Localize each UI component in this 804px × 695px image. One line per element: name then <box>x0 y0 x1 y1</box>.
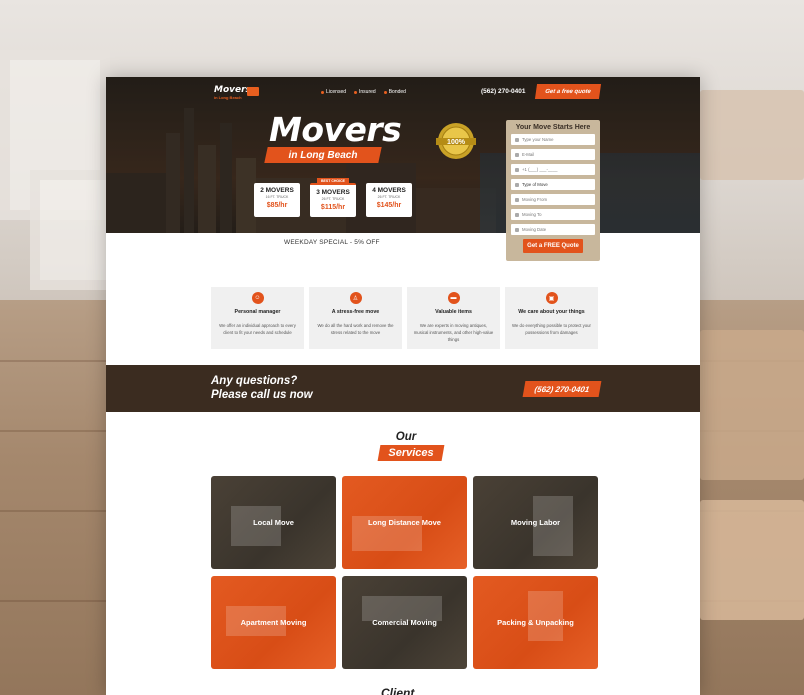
feature-card: ▬ Valuable items We are experts in movin… <box>407 287 500 349</box>
price-rate: $85/hr <box>266 202 288 209</box>
price-truck: 26 FT. TRUCK <box>377 195 401 199</box>
top-nav: Movers in Long Beach Licensed Insured Bo… <box>106 77 700 107</box>
hero-subtitle: in Long Beach <box>288 149 358 161</box>
price-card-2-movers[interactable]: 2 MOVERS 16 FT. TRUCK $85/hr <box>254 183 300 217</box>
person-icon: ♙ <box>349 292 362 304</box>
name-field[interactable]: Type your Name <box>511 134 595 145</box>
service-label: Comercial Moving <box>372 618 437 627</box>
quote-form: Your Move Starts Here Type your Name E-M… <box>506 120 600 261</box>
service-comercial-moving[interactable]: Comercial Moving <box>342 576 467 669</box>
feature-text: We do all the hard work and remove the s… <box>317 323 394 335</box>
get-free-quote-button[interactable]: Get a free quote <box>534 84 602 99</box>
service-label: Packing & Unpacking <box>497 618 574 627</box>
services-grid: Local Move Long Distance Move Moving Lab… <box>211 476 598 669</box>
email-field[interactable]: E-Mail <box>511 149 595 160</box>
call-us-band: Any questions? Please call us now (562) … <box>106 365 700 412</box>
service-packing-unpacking[interactable]: Packing & Unpacking <box>473 576 598 669</box>
box-icon: ▣ <box>545 292 558 304</box>
price-card-4-movers[interactable]: 4 MOVERS 26 FT. TRUCK $145/hr <box>366 183 412 217</box>
service-long-distance-move[interactable]: Long Distance Move <box>342 476 467 569</box>
services-heading-top: Our <box>395 431 417 443</box>
service-local-move[interactable]: Local Move <box>211 476 336 569</box>
tag-licensed: Licensed <box>321 89 346 95</box>
price-card-3-movers[interactable]: BEST CHOICE 3 MOVERS 26 FT. TRUCK $115/h… <box>310 178 356 217</box>
form-title: Your Move Starts Here <box>515 124 591 131</box>
logo-title: Movers <box>214 85 251 95</box>
services-heading-ribbon-text: Services <box>388 447 434 459</box>
user-icon <box>515 137 519 142</box>
feature-title: We care about your things <box>518 309 585 315</box>
hero-section: Movers in Long Beach Licensed Insured Bo… <box>106 77 700 233</box>
moving-to-field[interactable]: Moving To <box>511 209 595 220</box>
header-phone-link[interactable]: (562) 270-0401 <box>481 88 525 95</box>
feature-card: ♙ A stress-free move We do all the hard … <box>309 287 402 349</box>
service-label: Apartment Moving <box>240 618 307 627</box>
home-icon <box>515 182 519 187</box>
pin-icon <box>515 197 519 202</box>
trust-tags: Licensed Insured Bonded <box>321 89 406 95</box>
hero-title: Movers <box>269 110 402 149</box>
feature-title: Personal manager <box>234 309 281 315</box>
client-heading: Client <box>381 686 415 695</box>
move-type-select[interactable]: Type of Move <box>511 179 595 190</box>
feature-title: A stress-free move <box>331 309 380 315</box>
service-moving-labor[interactable]: Moving Labor <box>473 476 598 569</box>
price-cards: 2 MOVERS 16 FT. TRUCK $85/hr BEST CHOICE… <box>254 178 412 217</box>
features-row: ☺ Personal manager We offer an individua… <box>211 287 598 349</box>
get-free-quote-submit[interactable]: Get a FREE Quote <box>523 239 583 253</box>
call-us-text: Any questions? Please call us now <box>211 374 313 402</box>
truck-icon <box>247 87 259 96</box>
tag-bonded: Bonded <box>383 89 406 95</box>
call-line-1: Any questions? <box>211 375 298 387</box>
guarantee-badge-icon: 100% <box>436 123 476 159</box>
pin-icon <box>515 212 519 217</box>
service-label: Local Move <box>253 518 294 527</box>
feature-text: We are experts in moving antiques, music… <box>413 323 494 342</box>
call-line-2: Please call us now <box>211 389 313 401</box>
weekday-special-text: WEEKDAY SPECIAL - 5% OFF <box>284 239 380 246</box>
service-apartment-moving[interactable]: Apartment Moving <box>211 576 336 669</box>
price-movers: 3 MOVERS <box>316 189 350 196</box>
price-movers: 2 MOVERS <box>260 187 294 194</box>
price-rate: $115/hr <box>320 204 346 211</box>
sofa-icon: ▬ <box>447 292 460 304</box>
tag-insured: Insured <box>354 89 376 95</box>
moving-from-field[interactable]: Moving From <box>511 194 595 205</box>
phone-icon <box>515 167 519 172</box>
services-heading: Our Services <box>366 431 446 461</box>
feature-title: Valuable items <box>435 309 472 315</box>
phone-field[interactable]: +1 (___) ___-____ <box>511 164 595 175</box>
calendar-icon <box>515 227 519 232</box>
site-logo[interactable]: Movers in Long Beach <box>214 85 259 103</box>
mail-icon <box>515 152 519 157</box>
price-truck: 16 FT. TRUCK <box>265 195 289 199</box>
logo-subtitle: in Long Beach <box>214 95 242 100</box>
feature-card: ☺ Personal manager We offer an individua… <box>211 287 304 349</box>
service-label: Long Distance Move <box>368 518 441 527</box>
feature-text: We do everything possible to protect you… <box>512 323 591 335</box>
moving-date-field[interactable]: Moving Date <box>511 224 595 235</box>
feature-card: ▣ We care about your things We do everyt… <box>505 287 598 349</box>
price-movers: 4 MOVERS <box>372 187 406 194</box>
price-rate: $145/hr <box>376 202 402 209</box>
feature-text: We offer an individual approach to every… <box>219 323 296 335</box>
price-truck: 26 FT. TRUCK <box>321 197 345 201</box>
smile-icon: ☺ <box>251 292 264 304</box>
call-phone-button[interactable]: (562) 270-0401 <box>522 381 602 397</box>
best-choice-badge: BEST CHOICE <box>317 178 349 184</box>
badge-text: 100% <box>447 139 466 146</box>
service-label: Moving Labor <box>510 518 561 527</box>
landing-page: Movers in Long Beach Licensed Insured Bo… <box>106 77 700 695</box>
